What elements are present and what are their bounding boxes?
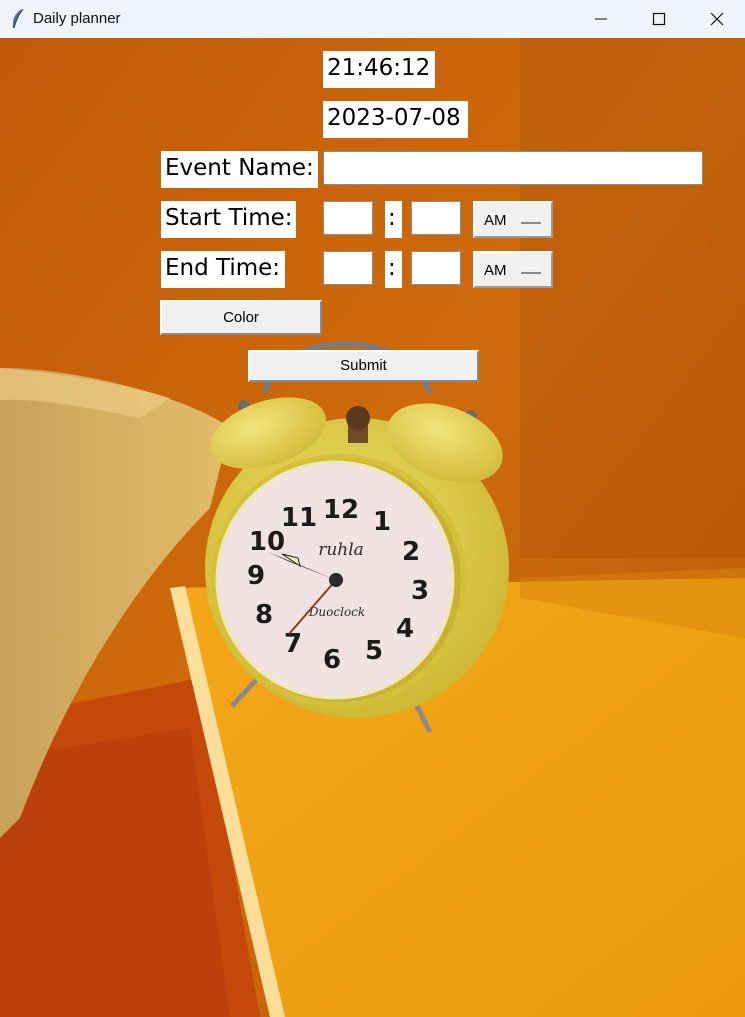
svg-text:2: 2 (402, 537, 420, 567)
end-hour-input[interactable] (323, 251, 373, 285)
svg-text:11: 11 (281, 503, 317, 533)
minimize-button[interactable] (572, 0, 630, 38)
svg-text:12: 12 (323, 495, 359, 525)
svg-text:7: 7 (284, 629, 302, 659)
svg-text:5: 5 (365, 636, 383, 666)
start-time-separator: : (385, 201, 402, 238)
end-ampm-value: AM (484, 262, 507, 279)
minimize-icon (595, 18, 607, 20)
color-button[interactable]: Color (160, 300, 322, 335)
date-display: 2023-07-08 (323, 101, 468, 138)
maximize-icon (652, 12, 666, 26)
planner-canvas: 12 1 2 3 4 5 6 7 8 9 10 11 ruhla Duocloc… (0, 38, 745, 1017)
svg-text:10: 10 (249, 527, 285, 557)
svg-text:4: 4 (396, 614, 414, 644)
start-ampm-value: AM (484, 212, 507, 229)
svg-text:6: 6 (323, 645, 341, 675)
event-name-label: Event Name: (161, 151, 318, 188)
dropdown-indicator-icon (521, 218, 541, 224)
start-minute-input[interactable] (411, 201, 461, 235)
start-time-label: Start Time: (161, 201, 296, 238)
time-display: 21:46:12 (323, 51, 435, 88)
svg-text:1: 1 (373, 507, 391, 537)
feather-icon (12, 8, 24, 29)
maximize-button[interactable] (630, 0, 688, 38)
dropdown-indicator-icon (521, 268, 541, 274)
end-ampm-dropdown[interactable]: AM (473, 251, 553, 288)
title-bar: Daily planner (0, 0, 745, 38)
svg-text:3: 3 (411, 576, 429, 606)
close-button[interactable] (688, 0, 745, 38)
close-icon (710, 12, 724, 26)
event-name-input[interactable] (323, 151, 703, 185)
end-time-separator: : (385, 251, 402, 288)
submit-button[interactable]: Submit (248, 350, 479, 382)
end-minute-input[interactable] (411, 251, 461, 285)
svg-text:9: 9 (247, 561, 265, 591)
window-title: Daily planner (33, 10, 121, 27)
svg-text:Duoclock: Duoclock (308, 605, 365, 619)
svg-text:8: 8 (255, 600, 273, 630)
svg-text:ruhla: ruhla (318, 540, 364, 560)
start-hour-input[interactable] (323, 201, 373, 235)
end-time-label: End Time: (161, 251, 285, 288)
start-ampm-dropdown[interactable]: AM (473, 201, 553, 238)
